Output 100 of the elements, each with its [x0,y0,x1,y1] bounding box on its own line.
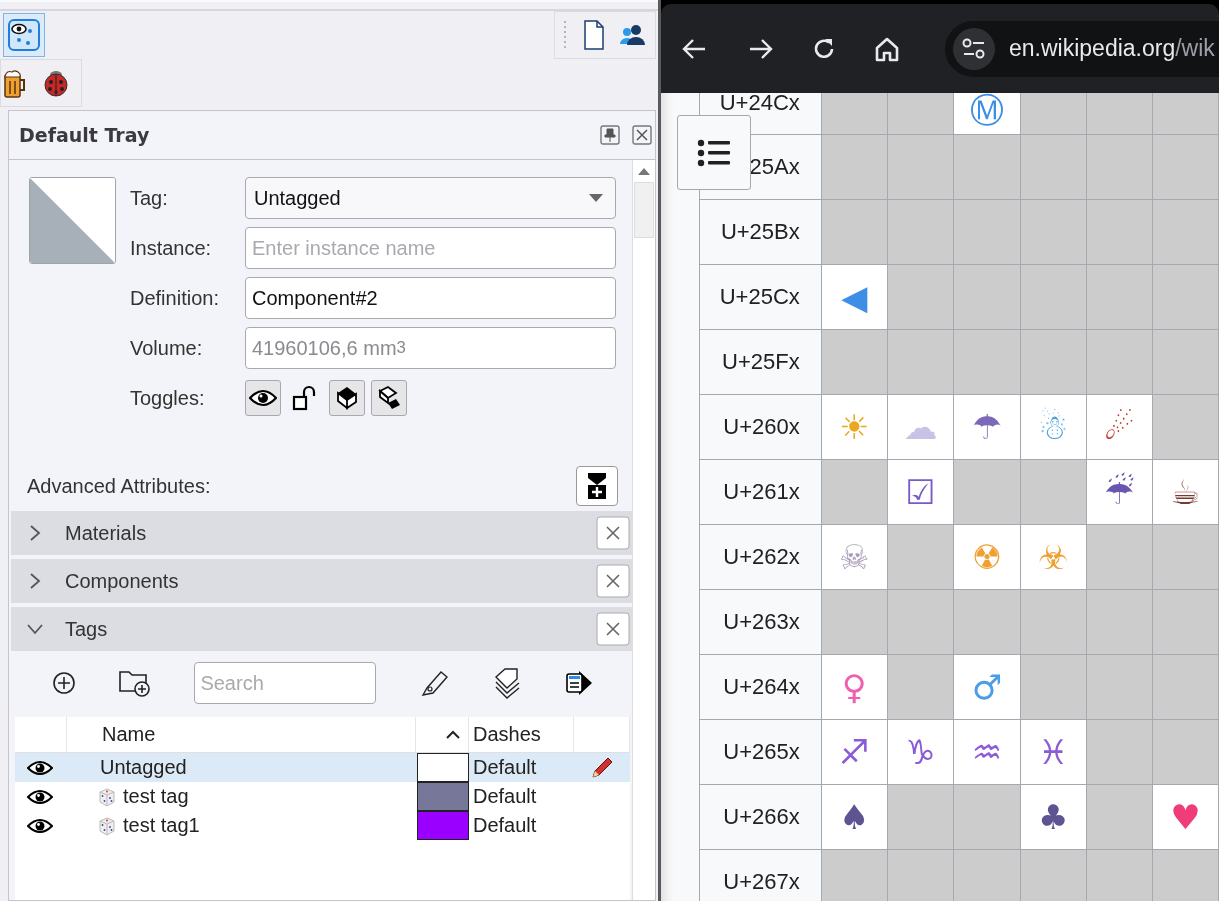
section-header[interactable]: Tags [11,607,632,651]
column-header[interactable]: Dashes [469,717,574,752]
emoji-glyph: ♐ [839,732,870,772]
document-icon[interactable] [583,20,605,50]
emoji-glyph: ♑ [905,732,936,772]
pencil-icon [590,755,614,780]
section-header[interactable]: Materials [11,511,632,555]
tag-dropdown[interactable]: Untagged [245,177,616,219]
close-icon[interactable] [632,125,652,145]
dice-icon [97,786,117,807]
close-icon[interactable] [596,564,630,598]
add-attribute-button[interactable] [576,466,618,506]
sort-ascending-icon[interactable] [446,730,460,739]
list-icon [697,138,731,167]
grip-handle-icon[interactable] [563,20,567,50]
emoji-glyph: ♥ [1170,797,1201,837]
tag-row[interactable]: Untagged Default [15,753,630,782]
text-field[interactable]: Enter instance name [245,227,616,269]
address-bar[interactable]: en.wikipedia.org/wik [945,20,1219,77]
dice-icon [97,815,117,836]
beer-mug-icon[interactable] [3,67,27,99]
field-label: Definition: [130,286,220,310]
color-swatch[interactable] [417,782,469,811]
contents-button[interactable] [677,115,751,190]
close-icon[interactable] [596,612,630,646]
tag-row[interactable]: test tag1 Default [15,811,630,840]
dashes-cell-text: Default [472,784,538,809]
home-icon[interactable] [874,35,900,62]
column-header[interactable]: Name [67,717,416,752]
scrollbar-thumb[interactable] [634,182,654,238]
emoji-glyph: ♣ [1038,797,1069,837]
search-field[interactable]: Search [194,662,377,704]
field-label: Tag: [130,186,169,210]
color-swatch[interactable] [417,811,469,840]
emoji-glyph: ♠ [839,797,870,837]
scroll-up-icon[interactable] [637,166,651,176]
export-icon[interactable] [564,669,593,697]
emoji-glyph: ♒ [971,732,1003,772]
emoji-glyph: ☁ [903,407,938,447]
field-label: Volume: [130,336,204,360]
text-field[interactable]: Component#2 [245,277,616,319]
tray-title: Default Tray [19,124,150,146]
dashes-cell-text: Default [472,755,538,780]
emoji-glyph: ☄ [1104,407,1135,447]
visibility-toggle[interactable] [245,380,281,416]
row-header-cell: U+25Cx [699,264,822,330]
receive-shadow-icon [376,385,402,411]
ladybug-icon[interactable] [41,68,71,98]
emoji-glyph: ☂ [971,407,1003,447]
users-icon[interactable] [619,23,647,47]
section-header[interactable]: Components [11,559,632,603]
row-header-cell: U+263x [699,589,822,655]
add-icon[interactable] [52,671,77,695]
eye-icon[interactable] [27,788,53,805]
add-attribute-icon [587,472,607,500]
receive-shadows-toggle[interactable] [371,380,407,416]
emoji-glyph: ♂ [971,667,1003,707]
emoji-glyph: Ⓜ [970,93,1004,130]
color-swatch[interactable] [417,753,469,782]
close-icon[interactable] [596,516,630,550]
cast-shadows-toggle[interactable] [329,380,365,416]
row-header-cell: U+260x [699,394,822,460]
cube-shadow-icon [334,385,360,411]
emoji-glyph: ◀ [841,277,868,317]
row-header-cell: U+267x [699,849,822,901]
emoji-glyph: ♓ [1038,732,1069,772]
pin-icon[interactable] [600,125,620,145]
unlocked-icon [292,385,318,411]
tag-name: test tag [123,785,189,808]
eye-icon[interactable] [27,817,53,834]
row-header-cell: U+264x [699,654,822,720]
emoji-glyph: ☑ [905,472,936,512]
emoji-glyph: ☔ [1104,472,1135,512]
emoji-glyph: ☢ [971,537,1003,577]
section-label: Advanced Attributes: [27,474,211,498]
emoji-glyph: ☃ [1038,407,1069,447]
add-folder-icon[interactable] [118,669,153,697]
emoji-glyph: ☣ [1038,537,1069,577]
url-text[interactable]: en.wikipedia.org/wik [1009,35,1215,62]
emoji-glyph: ☀ [839,407,870,447]
row-header-cell: U+261x [699,459,822,525]
eye-icon [249,389,277,407]
emoji-glyph: ♀ [841,667,867,707]
row-header-cell: U+265x [699,719,822,785]
field-label: Instance: [130,236,213,260]
dropdown-caret-icon [589,194,603,202]
tag-name: Untagged [100,756,187,779]
eye-icon[interactable] [27,759,53,776]
row-header-cell: U+25Bx [699,199,822,265]
field-label: Toggles: [130,386,206,410]
emoji-glyph: ☕ [1170,472,1201,512]
site-settings-icon[interactable] [962,37,986,60]
emoji-glyph: ☠ [839,537,870,577]
row-header-cell: U+266x [699,784,822,850]
eye-cube-button[interactable] [3,12,45,57]
dashes-cell-text: Default [472,813,538,838]
row-header-cell: U+25Fx [699,329,822,395]
tag-row[interactable]: test tag Default [15,782,630,811]
row-header-cell: U+262x [699,524,822,590]
tag-name: test tag1 [123,814,200,837]
